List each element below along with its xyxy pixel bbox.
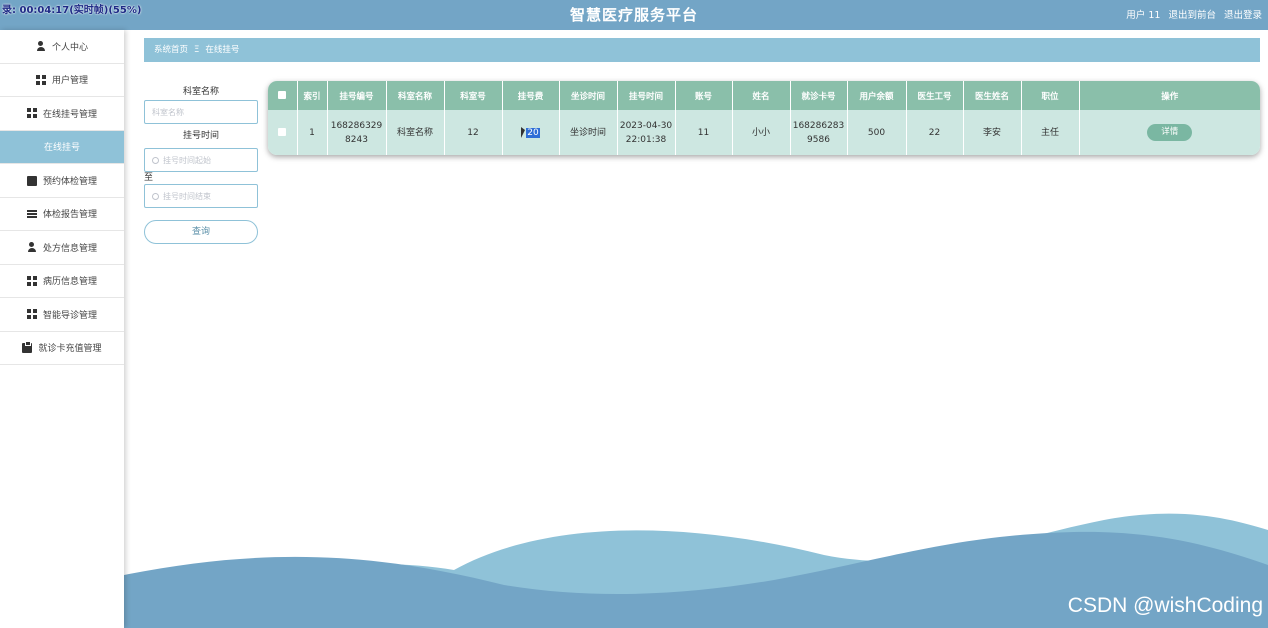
cell-doctor-id: 22 bbox=[906, 110, 964, 155]
sidebar: 个人中心 用户管理 在线挂号管理 在线挂号 预约体检管理 体检报告管理 处方信息… bbox=[0, 30, 124, 628]
column-header: 挂号编号 bbox=[327, 81, 387, 110]
column-header: 医生工号 bbox=[906, 81, 964, 110]
column-header: 就诊卡号 bbox=[790, 81, 848, 110]
clipboard-icon bbox=[22, 340, 33, 353]
cell-dept-no: 12 bbox=[444, 110, 503, 155]
row-checkbox[interactable] bbox=[278, 128, 287, 136]
sidebar-item-online-registration[interactable]: 在线挂号 bbox=[0, 130, 124, 164]
app-title: 智慧医疗服务平台 bbox=[569, 6, 698, 24]
grid-icon bbox=[26, 275, 37, 286]
grid-icon bbox=[26, 309, 37, 320]
cell-reg-no: 1682863298243 bbox=[327, 110, 387, 155]
column-header: 索引 bbox=[297, 81, 328, 110]
current-user-label: 用户 11 bbox=[1126, 10, 1161, 21]
grid-icon bbox=[35, 74, 46, 85]
sidebar-item-label: 预约体检管理 bbox=[42, 176, 97, 187]
reg-time-end-placeholder: 挂号时间结束 bbox=[163, 191, 211, 201]
sidebar-item-users[interactable]: 用户管理 bbox=[0, 64, 124, 97]
detail-button[interactable]: 详情 bbox=[1147, 124, 1193, 141]
cell-dept-name: 科室名称 bbox=[386, 110, 445, 155]
breadcrumb: 系统首页 Ξ 在线挂号 bbox=[144, 38, 1260, 62]
row-checkbox-cell[interactable] bbox=[268, 110, 298, 155]
dept-name-placeholder: 科室名称 bbox=[152, 107, 184, 117]
chat-icon bbox=[26, 175, 37, 186]
cell-name: 小小 bbox=[732, 110, 791, 155]
back-to-front-link[interactable]: 退出到前台 bbox=[1168, 10, 1216, 21]
sidebar-item-label: 体检报告管理 bbox=[42, 210, 97, 221]
reg-time-start-input[interactable]: 挂号时间起始 bbox=[144, 148, 258, 172]
column-header: 挂号时间 bbox=[617, 81, 676, 110]
cell-account: 11 bbox=[675, 110, 733, 155]
breadcrumb-current: 在线挂号 bbox=[205, 45, 240, 55]
sidebar-item-label: 就诊卡充值管理 bbox=[38, 344, 102, 355]
to-label: 至 bbox=[144, 173, 154, 183]
column-header: 职位 bbox=[1021, 81, 1080, 110]
user-icon bbox=[27, 242, 37, 252]
column-header: 操作 bbox=[1161, 91, 1179, 102]
sidebar-item-medical-record[interactable]: 病历信息管理 bbox=[0, 265, 124, 298]
list-icon bbox=[26, 208, 37, 219]
sidebar-item-registration-mgmt[interactable]: 在线挂号管理 bbox=[0, 97, 124, 131]
sidebar-item-profile[interactable]: 个人中心 bbox=[0, 30, 124, 64]
sidebar-item-label: 智能导诊管理 bbox=[42, 310, 97, 321]
column-header: 用户余额 bbox=[847, 81, 907, 110]
cell-action: 详情 bbox=[1079, 110, 1260, 155]
user-icon bbox=[36, 41, 46, 51]
sidebar-item-label: 在线挂号管理 bbox=[42, 109, 97, 120]
column-header: 医生姓名 bbox=[963, 81, 1022, 110]
table-row: 1 1682863298243 科室名称 12 20 坐诊时间 2023-04-… bbox=[268, 110, 1260, 155]
cell-position: 主任 bbox=[1021, 110, 1080, 155]
query-button[interactable]: 查询 bbox=[144, 220, 258, 244]
cell-doctor-name: 李安 bbox=[963, 110, 1022, 155]
top-header: 智慧医疗服务平台 用户 11 退出到前台 退出登录 bbox=[0, 0, 1268, 30]
cell-index: 1 bbox=[297, 110, 328, 155]
reg-time-label: 挂号时间 bbox=[182, 131, 219, 141]
sidebar-item-label: 在线挂号 bbox=[43, 143, 80, 154]
sidebar-item-label: 处方信息管理 bbox=[42, 243, 97, 254]
cell-clinic-time: 坐诊时间 bbox=[559, 110, 618, 155]
sidebar-item-checkup-booking[interactable]: 预约体检管理 bbox=[0, 164, 124, 198]
dept-name-label: 科室名称 bbox=[182, 87, 219, 97]
grid-icon bbox=[26, 108, 37, 119]
column-header: 坐诊时间 bbox=[559, 81, 618, 110]
registration-table: 索引 挂号编号 科室名称 科室号 挂号费 坐诊时间 挂号时间 账号 姓名 就诊卡… bbox=[268, 81, 1260, 155]
table-header-row: 索引 挂号编号 科室名称 科室号 挂号费 坐诊时间 挂号时间 账号 姓名 就诊卡… bbox=[268, 81, 1260, 110]
reg-time-end-input[interactable]: 挂号时间结束 bbox=[144, 184, 258, 208]
reg-time-start-placeholder: 挂号时间起始 bbox=[163, 155, 211, 165]
cell-balance: 500 bbox=[847, 110, 907, 155]
select-all-checkbox[interactable] bbox=[278, 91, 287, 99]
breadcrumb-home[interactable]: 系统首页 bbox=[154, 45, 188, 55]
clock-icon bbox=[152, 192, 159, 200]
column-header: 挂号费 bbox=[502, 81, 560, 110]
column-header: 账号 bbox=[675, 81, 733, 110]
cell-reg-time: 2023-04-30 22:01:38 bbox=[617, 110, 676, 155]
column-header: 科室号 bbox=[444, 81, 503, 110]
select-all-checkbox-cell[interactable] bbox=[268, 81, 298, 110]
column-header: 姓名 bbox=[732, 81, 791, 110]
sidebar-item-prescription[interactable]: 处方信息管理 bbox=[0, 231, 124, 265]
search-panel: 科室名称 科室名称 挂号时间 挂号时间起始 至 挂号时间结束 查询 bbox=[144, 84, 258, 244]
watermark: CSDN @wishCoding bbox=[1067, 594, 1263, 617]
mouse-cursor-icon bbox=[521, 126, 526, 138]
fee-value: 20 bbox=[526, 127, 540, 138]
sidebar-item-checkup-report[interactable]: 体检报告管理 bbox=[0, 198, 124, 231]
sidebar-item-label: 病历信息管理 bbox=[42, 277, 97, 288]
top-links: 用户 11 退出到前台 退出登录 bbox=[1121, 7, 1262, 21]
cell-fee: 20 bbox=[502, 110, 560, 155]
column-header: 科室名称 bbox=[386, 81, 445, 110]
clock-icon bbox=[152, 156, 159, 164]
dept-name-input[interactable]: 科室名称 bbox=[144, 100, 258, 124]
sidebar-item-label: 个人中心 bbox=[51, 42, 88, 53]
sidebar-item-label: 用户管理 bbox=[51, 76, 88, 87]
cell-card-no: 1682862839586 bbox=[790, 110, 848, 155]
sidebar-item-smart-guide[interactable]: 智能导诊管理 bbox=[0, 298, 124, 332]
sidebar-item-card-recharge[interactable]: 就诊卡充值管理 bbox=[0, 332, 124, 365]
logout-link[interactable]: 退出登录 bbox=[1224, 10, 1262, 21]
breadcrumb-separator: Ξ bbox=[194, 45, 200, 55]
recording-overlay: 录: 00:04:17(实时帧)(55%) bbox=[2, 5, 142, 16]
